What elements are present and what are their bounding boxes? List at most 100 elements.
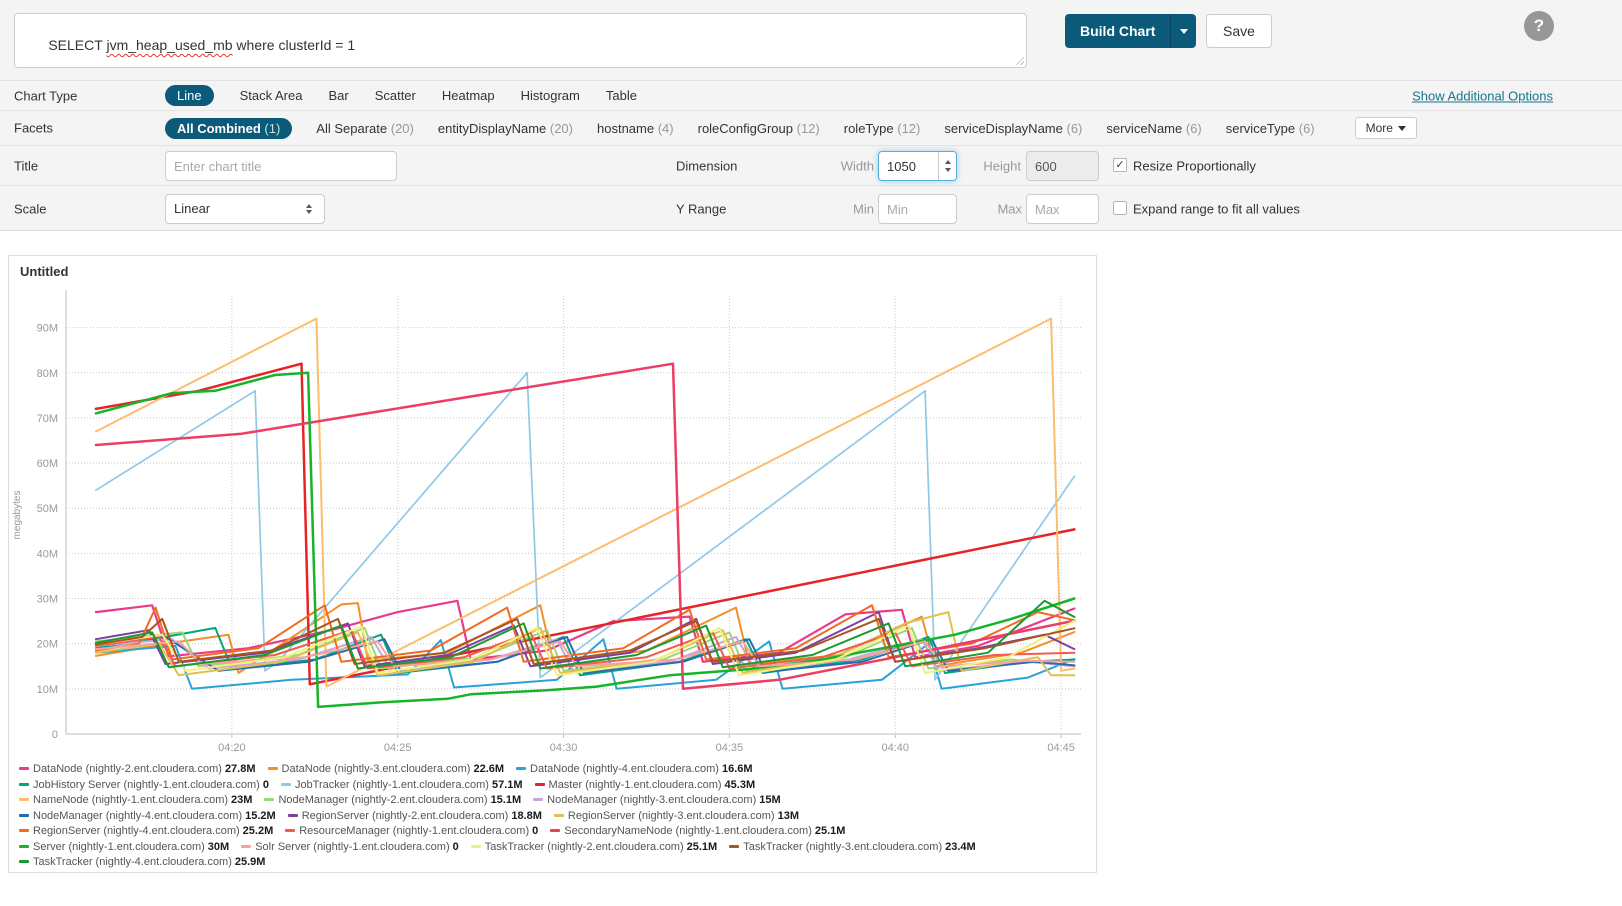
chart-type-option-bar[interactable]: Bar	[328, 88, 348, 103]
stepper-down-icon[interactable]	[945, 168, 951, 172]
facet-option-servicedisplayname[interactable]: serviceDisplayName (6)	[944, 121, 1082, 136]
textarea-resize-grip[interactable]	[1014, 55, 1024, 65]
svg-text:40M: 40M	[37, 548, 58, 560]
legend-item: NodeManager (nightly-3.ent.cloudera.com)…	[533, 793, 781, 809]
legend-swatch-icon	[550, 829, 560, 832]
legend-swatch-icon	[554, 814, 564, 817]
legend-swatch-icon	[535, 783, 545, 786]
scale-label: Scale	[14, 201, 47, 216]
max-label: Max	[980, 201, 1022, 216]
facet-option-hostname[interactable]: hostname (4)	[597, 121, 674, 136]
legend-item: RegionServer (nightly-2.ent.cloudera.com…	[288, 809, 542, 825]
legend-series-name: Server (nightly-1.ent.cloudera.com)	[33, 841, 205, 853]
legend-item: TaskTracker (nightly-4.ent.cloudera.com)…	[19, 855, 265, 871]
chart-type-option-stack-area[interactable]: Stack Area	[240, 88, 303, 103]
legend-series-value: 15.2M	[245, 810, 276, 822]
legend-series-name: RegionServer (nightly-2.ent.cloudera.com…	[302, 810, 509, 822]
line-chart[interactable]: 010M20M30M40M50M60M70M80M90M04:2004:2504…	[9, 282, 1091, 787]
more-label: More	[1366, 121, 1393, 135]
facet-option-entitydisplayname[interactable]: entityDisplayName (20)	[438, 121, 573, 136]
legend-series-value: 15M	[759, 794, 780, 806]
legend-series-value: 30M	[208, 841, 229, 853]
legend-series-value: 25.1M	[687, 841, 718, 853]
legend-swatch-icon	[19, 860, 29, 863]
facet-options: All Combined (1) All Separate (20) entityD…	[165, 111, 1417, 145]
facet-option-servicetype[interactable]: serviceType (6)	[1226, 121, 1315, 136]
scale-select[interactable]: Linear	[165, 194, 325, 224]
expand-range-checkbox[interactable]	[1113, 201, 1127, 215]
chart-type-option-heatmap[interactable]: Heatmap	[442, 88, 495, 103]
legend-series-value: 16.6M	[722, 763, 753, 775]
legend-series-name: DataNode (nightly-2.ent.cloudera.com)	[33, 763, 222, 775]
title-row: Title Dimension Width Height ✓ Resize Pr…	[0, 145, 1622, 185]
legend-swatch-icon	[533, 798, 543, 801]
legend-series-name: TaskTracker (nightly-2.ent.cloudera.com)	[485, 841, 684, 853]
chart-type-option-histogram[interactable]: Histogram	[521, 88, 580, 103]
tsquery-input[interactable]: SELECT jvm_heap_used_mb where clusterId …	[14, 13, 1027, 68]
chart-type-row: Chart Type Line Stack Area Bar Scatter Heatm…	[0, 80, 1622, 110]
legend-item: SecondaryNameNode (nightly-1.ent.clouder…	[550, 824, 845, 840]
query-metric: jvm_heap_used_mb	[106, 37, 232, 53]
chart-type-option-scatter[interactable]: Scatter	[375, 88, 416, 103]
legend-item: DataNode (nightly-4.ent.cloudera.com)16.…	[516, 762, 753, 778]
legend-series-value: 27.8M	[225, 763, 256, 775]
legend-item: DataNode (nightly-3.ent.cloudera.com)22.…	[268, 762, 505, 778]
y-axis-title: megabytes	[12, 491, 23, 540]
legend-series-value: 25.9M	[235, 856, 266, 868]
legend-swatch-icon	[268, 767, 278, 770]
chart-title-input[interactable]	[165, 151, 397, 181]
legend-series-name: RegionServer (nightly-4.ent.cloudera.com…	[33, 825, 240, 837]
legend-series-name: NodeManager (nightly-2.ent.cloudera.com)	[278, 794, 487, 806]
build-chart-menu-button[interactable]	[1170, 14, 1196, 48]
legend-series-value: 45.3M	[725, 779, 756, 791]
chart-type-label: Chart Type	[14, 88, 77, 103]
facets-more-button[interactable]: More	[1355, 117, 1417, 139]
chart-type-option-table[interactable]: Table	[606, 88, 637, 103]
legend-series-name: JobHistory Server (nightly-1.ent.clouder…	[33, 779, 260, 791]
svg-text:0: 0	[52, 729, 58, 741]
facet-option-all-separate[interactable]: All Separate (20)	[316, 121, 414, 136]
y-max-input[interactable]	[1026, 194, 1099, 224]
legend-swatch-icon	[471, 845, 481, 848]
dimension-label: Dimension	[676, 158, 737, 173]
stepper-up-icon[interactable]	[945, 160, 951, 164]
build-chart-button[interactable]: Build Chart	[1065, 14, 1170, 48]
facet-option-servicename[interactable]: serviceName (6)	[1106, 121, 1201, 136]
svg-text:50M: 50M	[37, 503, 58, 515]
chart-preview-card: Untitled 010M20M30M40M50M60M70M80M90M04:…	[8, 255, 1097, 873]
legend-series-name: DataNode (nightly-3.ent.cloudera.com)	[282, 763, 471, 775]
legend-series-value: 15.1M	[491, 794, 522, 806]
chevron-down-icon	[1180, 29, 1188, 34]
y-min-input[interactable]	[878, 194, 957, 224]
scale-select-value: Linear	[174, 201, 210, 216]
legend-swatch-icon	[19, 845, 29, 848]
svg-text:04:45: 04:45	[1047, 742, 1075, 754]
legend-series-name: ResourceManager (nightly-1.ent.cloudera.…	[299, 825, 529, 837]
facet-option-roletype[interactable]: roleType (12)	[844, 121, 921, 136]
width-stepper[interactable]	[938, 152, 956, 180]
chart-builder-page: SELECT jvm_heap_used_mb where clusterId …	[0, 0, 1622, 906]
legend-item: NodeManager (nightly-2.ent.cloudera.com)…	[264, 793, 521, 809]
facet-option-all-combined[interactable]: All Combined (1)	[165, 118, 292, 139]
show-additional-options-link[interactable]: Show Additional Options	[1412, 88, 1553, 103]
expand-range-label: Expand range to fit all values	[1133, 201, 1300, 216]
legend-swatch-icon	[19, 814, 29, 817]
legend-item: DataNode (nightly-2.ent.cloudera.com)27.…	[19, 762, 256, 778]
legend-series-name: TaskTracker (nightly-4.ent.cloudera.com)	[33, 856, 232, 868]
svg-text:60M: 60M	[37, 458, 58, 470]
legend-series-name: RegionServer (nightly-3.ent.cloudera.com…	[568, 810, 775, 822]
legend-series-name: TaskTracker (nightly-3.ent.cloudera.com)	[743, 841, 942, 853]
resize-proportionally-checkbox[interactable]: ✓	[1113, 158, 1127, 172]
facet-option-roleconfiggroup[interactable]: roleConfigGroup (12)	[698, 121, 820, 136]
legend-swatch-icon	[19, 783, 29, 786]
legend-series-value: 57.1M	[492, 779, 523, 791]
save-button[interactable]: Save	[1206, 14, 1272, 48]
series-lines	[96, 319, 1075, 707]
help-icon[interactable]: ?	[1524, 11, 1554, 41]
legend-swatch-icon	[516, 767, 526, 770]
facets-label: Facets	[14, 121, 53, 136]
legend-series-value: 22.6M	[473, 763, 504, 775]
legend-swatch-icon	[19, 798, 29, 801]
query-predicate: where clusterId = 1	[233, 37, 356, 53]
chart-type-option-line[interactable]: Line	[165, 85, 214, 106]
